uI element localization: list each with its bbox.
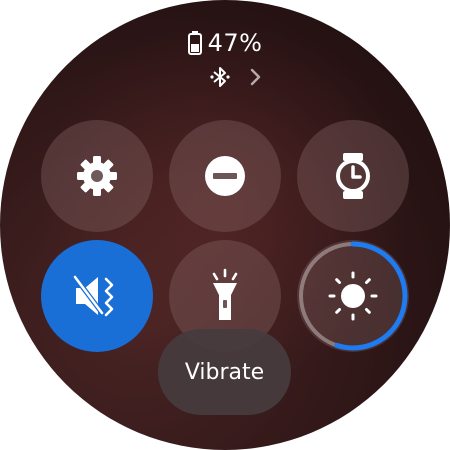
toast-label: Vibrate [184,359,265,385]
minus-circle-icon [203,154,247,198]
battery-percent: 47% [207,29,263,57]
vibrate-tile[interactable] [41,240,153,352]
watch-face: 47% Vibrate [0,0,450,450]
connection-row[interactable] [0,62,450,92]
watch-icon [335,152,371,200]
chevron-right-icon[interactable] [248,66,262,88]
flashlight-icon [205,268,245,324]
brightness-level-ring[interactable] [297,240,409,352]
brightness-tile[interactable] [297,240,409,352]
battery-indicator: 47% [0,26,450,60]
vibrate-mute-icon [72,273,122,319]
settings-tile[interactable] [41,120,153,232]
gear-icon [74,153,120,199]
bluetooth-icon [210,66,230,88]
watch-tile[interactable] [297,120,409,232]
status-bar: 47% [0,26,450,92]
do-not-disturb-tile[interactable] [169,120,281,232]
sound-mode-toast: Vibrate [158,329,291,415]
battery-icon [187,31,202,55]
